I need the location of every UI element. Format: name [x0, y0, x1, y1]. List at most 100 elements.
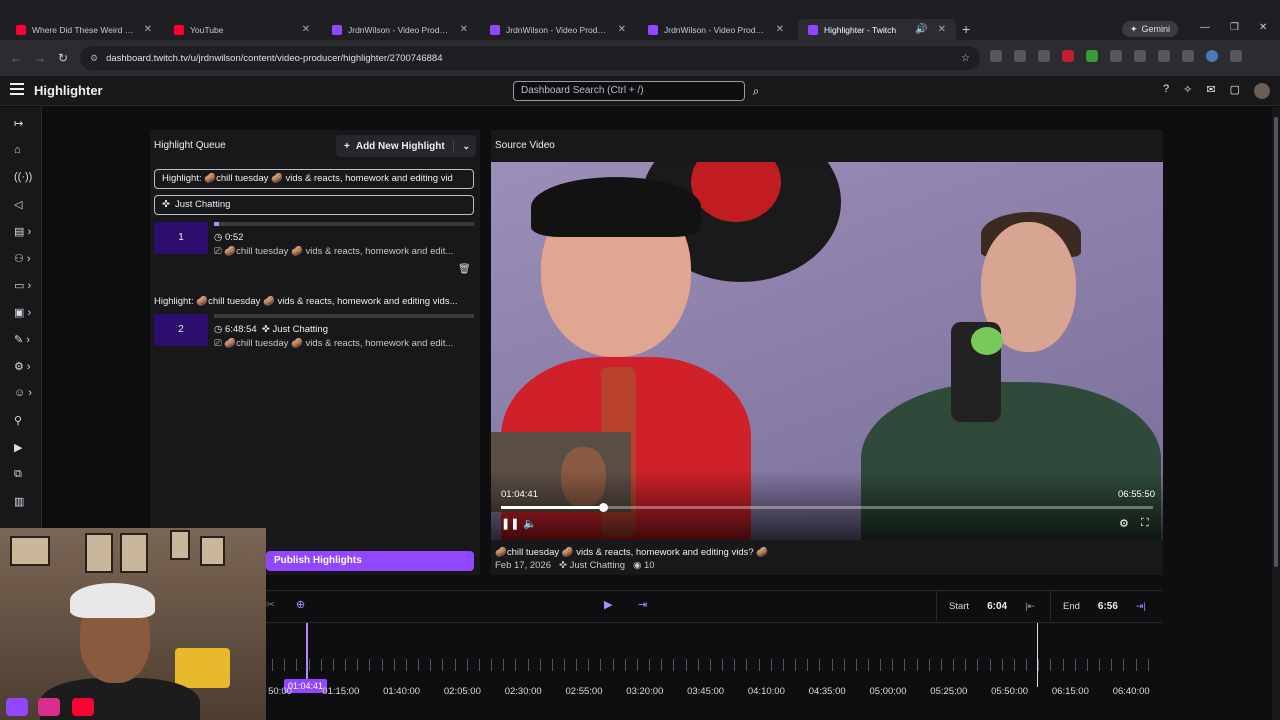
profile-icon[interactable]	[1206, 50, 1218, 62]
timeline-tick	[1111, 659, 1113, 671]
volume-icon[interactable]: 🔈	[523, 517, 537, 530]
viewer-icon[interactable]: ☺ ›	[14, 387, 36, 399]
extension-icon[interactable]	[1062, 50, 1074, 62]
category-field[interactable]: ✜ Just Chatting	[154, 195, 474, 215]
sparkle-icon[interactable]: ✧	[1183, 83, 1192, 99]
minimize-icon[interactable]: —	[1200, 22, 1210, 33]
video-category[interactable]: Just Chatting	[570, 560, 625, 571]
trash-icon[interactable]: 🗑	[458, 264, 471, 275]
megaphone-icon[interactable]: ◁	[14, 198, 36, 211]
avatar[interactable]	[1254, 83, 1270, 99]
address-bar[interactable]: ⚙ dashboard.twitch.tv/u/jrdnwilson/conte…	[80, 46, 980, 70]
download-icon[interactable]	[1182, 50, 1194, 62]
set-end-icon[interactable]: ⇥|	[1136, 601, 1146, 612]
close-icon[interactable]: ✕	[776, 24, 784, 35]
expand-icon[interactable]: ↦	[14, 117, 36, 130]
home-icon[interactable]: ⌂	[14, 144, 36, 156]
extensions-icon[interactable]: ⧉	[14, 468, 36, 481]
scissors-icon[interactable]: ✂	[266, 598, 275, 611]
seek-handle[interactable]	[598, 503, 608, 512]
speaker-icon[interactable]: 🔊	[915, 24, 927, 35]
browser-tab[interactable]: Where Did These Weird 3D ✕	[6, 19, 162, 40]
video-player[interactable]: 01:04:41 06:55:50 ❚❚ 🔈 ⚙ ⛶	[491, 162, 1163, 540]
video-icon[interactable]: ▶	[14, 441, 36, 454]
close-icon[interactable]: ✕	[938, 24, 946, 35]
video-date: Feb 17, 2026	[495, 560, 551, 571]
forward-icon[interactable]: →	[34, 51, 46, 65]
extension-icon[interactable]	[1038, 50, 1050, 62]
monetization-icon[interactable]: ▣ ›	[14, 306, 36, 319]
browser-tab-active[interactable]: Highlighter - Twitch 🔊 ✕	[798, 19, 956, 40]
dashboard-search-input[interactable]: Dashboard Search (Ctrl + /)	[513, 81, 745, 101]
gamepad-icon: ✜	[162, 199, 170, 210]
timeline-tick-label: 02:30:00	[504, 686, 542, 697]
publish-highlights-button[interactable]: Publish Highlights	[266, 551, 474, 571]
timeline-tick	[296, 659, 298, 671]
content-icon[interactable]: ▭ ›	[14, 279, 36, 292]
gemini-button[interactable]: ✦ Gemini	[1122, 21, 1179, 37]
puzzle-icon[interactable]	[1110, 50, 1122, 62]
search-icon[interactable]: ⌕	[746, 81, 766, 101]
start-value[interactable]: 6:04	[987, 601, 1007, 612]
new-tab-icon[interactable]: +	[962, 21, 970, 37]
timeline-track[interactable]: 01:04:41 50:00 01:15:00 01:40:00 02:05:00 02…	[266, 622, 1162, 702]
community-icon[interactable]: ⚇ ›	[14, 252, 36, 265]
settings-icon[interactable]: ⚙	[1119, 517, 1129, 530]
fullscreen-icon[interactable]: ⛶	[1141, 517, 1149, 530]
timeline-tick-label: 04:35:00	[808, 686, 846, 697]
clip-end-marker[interactable]	[1037, 623, 1038, 687]
settings-icon[interactable]: ⚙ ›	[14, 360, 36, 373]
stream-icon[interactable]: ((·))	[14, 171, 36, 183]
chevron-down-icon[interactable]: ⌄	[453, 140, 470, 152]
whispers-icon[interactable]: ▢	[1230, 83, 1240, 99]
analytics-icon[interactable]: ▤ ›	[14, 225, 36, 238]
roles-icon[interactable]: ⚲	[14, 414, 36, 427]
browser-tab[interactable]: YouTube ✕	[164, 19, 320, 40]
timeline-tick	[600, 659, 602, 671]
seek-bar[interactable]	[501, 503, 1153, 512]
back-icon[interactable]: ←	[10, 51, 22, 65]
highlight-title-field[interactable]: Highlight: 🥔chill tuesday 🥔 vids & react…	[154, 169, 474, 189]
close-icon[interactable]: ✕	[144, 24, 152, 35]
extension-icon[interactable]	[1086, 50, 1098, 62]
sidepanel-icon[interactable]	[1158, 50, 1170, 62]
twitch-icon	[648, 24, 658, 35]
maximize-icon[interactable]: ❐	[1230, 22, 1239, 33]
browser-tab[interactable]: JrdnWilson - Video Produce ✕	[322, 19, 478, 40]
add-clip-icon[interactable]: ⊕	[296, 598, 305, 611]
sparkle-icon: ✦	[1130, 23, 1138, 34]
site-info-icon[interactable]: ⚙	[90, 53, 98, 64]
page-scrollbar[interactable]	[1272, 107, 1280, 720]
creator-icon[interactable]: ✎ ›	[14, 333, 36, 346]
bookmark-star-icon[interactable]: ☆	[961, 53, 970, 64]
clip-progress	[214, 314, 474, 318]
add-new-highlight-button[interactable]: + Add New Highlight ⌄	[336, 135, 476, 157]
video-title: 🥔chill tuesday 🥔 vids & reacts, homework…	[495, 547, 769, 558]
close-icon[interactable]: ✕	[302, 24, 310, 35]
end-value[interactable]: 6:56	[1098, 601, 1118, 612]
help-icon[interactable]: ?	[1163, 83, 1169, 99]
guide-icon[interactable]: ▥	[14, 495, 36, 508]
close-window-icon[interactable]: ✕	[1259, 22, 1267, 33]
close-icon[interactable]: ✕	[618, 24, 626, 35]
timeline-tick	[624, 659, 626, 671]
bookmark-icon[interactable]	[1134, 50, 1146, 62]
menu-icon[interactable]	[10, 83, 24, 97]
reload-icon[interactable]: ↻	[58, 51, 68, 65]
menu-icon[interactable]	[1230, 50, 1242, 62]
set-start-icon[interactable]: |⇤	[1025, 601, 1035, 612]
browser-tab[interactable]: JrdnWilson - Video Produce ✕	[638, 19, 794, 40]
browser-tab[interactable]: JrdnWilson - Video Produce ✕	[480, 19, 636, 40]
extension-icon[interactable]	[990, 50, 1002, 62]
play-icon[interactable]: ▶	[604, 598, 612, 611]
playhead[interactable]	[306, 623, 308, 687]
close-icon[interactable]: ✕	[460, 24, 468, 35]
pause-icon[interactable]: ❚❚	[501, 517, 519, 530]
inbox-icon[interactable]: ✉	[1206, 83, 1215, 99]
timeline-tick	[1086, 659, 1088, 671]
clip-item[interactable]: 2 ◷ 6:48:54 ✜ Just Chatting ⎚ 🥔chill tue…	[154, 314, 474, 358]
clip-item[interactable]: 1 ◷ 0:52 ⎚ 🥔chill tuesday 🥔 vids & react…	[154, 222, 474, 266]
extension-icon[interactable]	[1014, 50, 1026, 62]
skip-to-end-icon[interactable]: ⇥	[638, 598, 647, 611]
timeline-tick	[843, 659, 845, 671]
